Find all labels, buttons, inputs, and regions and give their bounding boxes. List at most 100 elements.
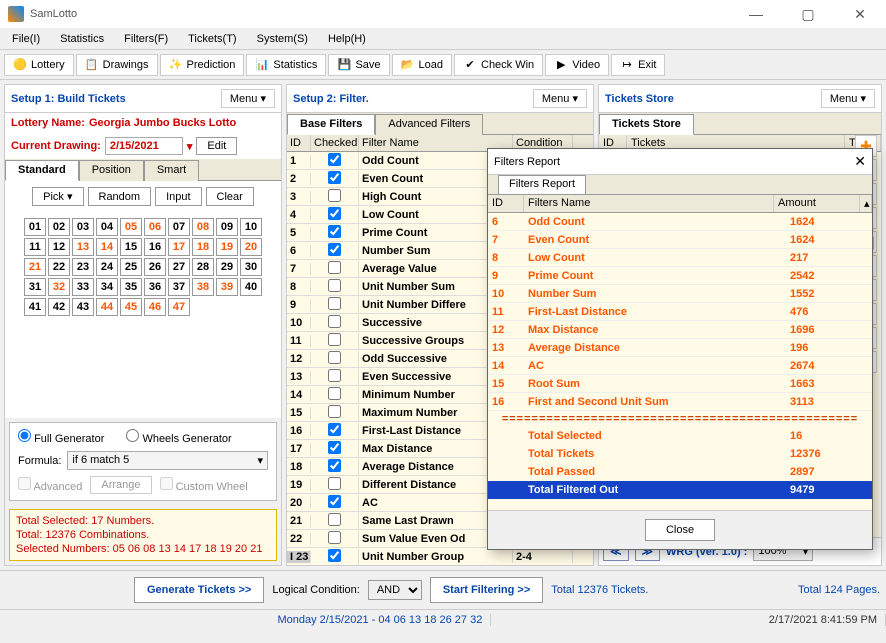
number-cell-13[interactable]: 13 <box>72 238 94 256</box>
filter-checkbox[interactable] <box>328 333 341 346</box>
menu-filei[interactable]: File(I) <box>4 31 48 47</box>
tab-base-filters[interactable]: Base Filters <box>287 114 375 135</box>
setup2-menu-button[interactable]: Menu <box>533 89 587 108</box>
filter-checkbox[interactable] <box>328 441 341 454</box>
tab-position[interactable]: Position <box>79 160 144 181</box>
number-cell-12[interactable]: 12 <box>48 238 70 256</box>
chevron-down-icon[interactable]: ▾ <box>187 140 193 153</box>
col-checked[interactable]: Checked <box>311 135 359 151</box>
summary-row[interactable]: ▶Total Filtered Out9479 <box>488 481 872 499</box>
number-cell-7[interactable]: 07 <box>168 218 190 236</box>
number-cell-1[interactable]: 01 <box>24 218 46 236</box>
input-button[interactable]: Input <box>155 187 201 206</box>
filter-checkbox[interactable] <box>328 477 341 490</box>
number-cell-33[interactable]: 33 <box>72 278 94 296</box>
start-filtering-button[interactable]: Start Filtering >> <box>430 577 543 603</box>
number-cell-38[interactable]: 38 <box>192 278 214 296</box>
number-cell-5[interactable]: 05 <box>120 218 142 236</box>
pick-button[interactable]: Pick ▾ <box>32 187 83 206</box>
report-row[interactable]: 16First and Second Unit Sum3113 <box>488 393 872 411</box>
wheels-generator-radio[interactable]: Wheels Generator <box>126 429 231 445</box>
number-cell-42[interactable]: 42 <box>48 298 70 316</box>
close-button[interactable]: ✕ <box>842 2 878 26</box>
filters-report-tab[interactable]: Filters Report <box>498 175 586 194</box>
popup-scroll-up-icon[interactable]: ▴ <box>860 195 872 212</box>
number-cell-26[interactable]: 26 <box>144 258 166 276</box>
summary-row[interactable]: Total Selected16 <box>488 427 872 445</box>
popup-col-id[interactable]: ID <box>488 195 524 212</box>
lottery-button[interactable]: 🟡Lottery <box>4 54 74 76</box>
number-cell-15[interactable]: 15 <box>120 238 142 256</box>
exit-button[interactable]: ↦Exit <box>611 54 665 76</box>
random-button[interactable]: Random <box>88 187 152 206</box>
custom-wheel-checkbox[interactable]: Custom Wheel <box>160 477 248 493</box>
number-cell-22[interactable]: 22 <box>48 258 70 276</box>
filter-checkbox[interactable] <box>328 189 341 202</box>
filter-checkbox[interactable] <box>328 243 341 256</box>
number-cell-16[interactable]: 16 <box>144 238 166 256</box>
report-row[interactable]: 6Odd Count1624 <box>488 213 872 231</box>
filter-checkbox[interactable] <box>328 261 341 274</box>
tab-smart[interactable]: Smart <box>144 160 199 181</box>
report-row[interactable]: 12Max Distance1696 <box>488 321 872 339</box>
filters-report-close-button[interactable]: Close <box>645 519 715 541</box>
popup-col-name[interactable]: Filters Name <box>524 195 774 212</box>
number-cell-20[interactable]: 20 <box>240 238 262 256</box>
video-button[interactable]: ▶Video <box>545 54 609 76</box>
report-row[interactable]: 15Root Sum1663 <box>488 375 872 393</box>
number-cell-29[interactable]: 29 <box>216 258 238 276</box>
tab-tickets-store[interactable]: Tickets Store <box>599 114 694 135</box>
filter-checkbox[interactable] <box>328 171 341 184</box>
number-cell-44[interactable]: 44 <box>96 298 118 316</box>
number-cell-10[interactable]: 10 <box>240 218 262 236</box>
report-row[interactable]: 7Even Count1624 <box>488 231 872 249</box>
minimize-button[interactable]: — <box>738 2 774 26</box>
number-cell-31[interactable]: 31 <box>24 278 46 296</box>
filter-checkbox[interactable] <box>328 423 341 436</box>
number-cell-46[interactable]: 46 <box>144 298 166 316</box>
popup-col-amount[interactable]: Amount <box>774 195 860 212</box>
filter-checkbox[interactable] <box>328 315 341 328</box>
number-cell-18[interactable]: 18 <box>192 238 214 256</box>
filter-checkbox[interactable] <box>328 459 341 472</box>
edit-button[interactable]: Edit <box>196 137 237 155</box>
summary-row[interactable]: Total Passed2897 <box>488 463 872 481</box>
number-cell-21[interactable]: 21 <box>24 258 46 276</box>
report-row[interactable]: 8Low Count217 <box>488 249 872 267</box>
number-cell-47[interactable]: 47 <box>168 298 190 316</box>
advanced-checkbox[interactable]: Advanced <box>18 477 82 493</box>
number-cell-11[interactable]: 11 <box>24 238 46 256</box>
menu-statistics[interactable]: Statistics <box>52 31 112 47</box>
number-cell-2[interactable]: 02 <box>48 218 70 236</box>
menu-ticketst[interactable]: Tickets(T) <box>180 31 244 47</box>
number-cell-28[interactable]: 28 <box>192 258 214 276</box>
tab-standard[interactable]: Standard <box>5 160 79 181</box>
number-cell-25[interactable]: 25 <box>120 258 142 276</box>
number-cell-27[interactable]: 27 <box>168 258 190 276</box>
menu-filtersf[interactable]: Filters(F) <box>116 31 176 47</box>
formula-combo[interactable]: if 6 match 5 ▾ <box>67 451 268 470</box>
filter-checkbox[interactable] <box>328 369 341 382</box>
filter-checkbox[interactable] <box>328 153 341 166</box>
clear-button[interactable]: Clear <box>206 187 254 206</box>
filter-checkbox[interactable] <box>328 549 341 562</box>
generate-tickets-button[interactable]: Generate Tickets >> <box>134 577 264 603</box>
filter-checkbox[interactable] <box>328 279 341 292</box>
tab-advanced-filters[interactable]: Advanced Filters <box>375 114 483 135</box>
filter-checkbox[interactable] <box>328 351 341 364</box>
logical-condition-select[interactable]: AND <box>368 580 422 600</box>
report-row[interactable]: 11First-Last Distance476 <box>488 303 872 321</box>
number-cell-36[interactable]: 36 <box>144 278 166 296</box>
check-win-button[interactable]: ✔Check Win <box>454 54 543 76</box>
filter-checkbox[interactable] <box>328 207 341 220</box>
number-cell-9[interactable]: 09 <box>216 218 238 236</box>
number-cell-34[interactable]: 34 <box>96 278 118 296</box>
save-button[interactable]: 💾Save <box>328 54 389 76</box>
number-cell-24[interactable]: 24 <box>96 258 118 276</box>
number-cell-37[interactable]: 37 <box>168 278 190 296</box>
number-cell-17[interactable]: 17 <box>168 238 190 256</box>
number-cell-41[interactable]: 41 <box>24 298 46 316</box>
number-cell-32[interactable]: 32 <box>48 278 70 296</box>
number-cell-43[interactable]: 43 <box>72 298 94 316</box>
menu-systems[interactable]: System(S) <box>249 31 316 47</box>
